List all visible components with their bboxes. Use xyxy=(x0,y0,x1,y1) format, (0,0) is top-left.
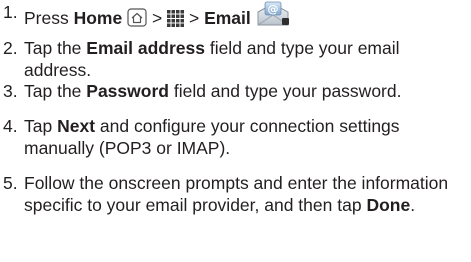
step-number: 4. xyxy=(3,116,18,136)
step-text-part: Tap the xyxy=(24,38,82,58)
done-button-label: Done xyxy=(366,195,411,215)
step-number: 2. xyxy=(3,38,18,58)
step-text: Press Home > > Email @ xyxy=(24,1,469,32)
email-address-field-label: Email address xyxy=(86,38,205,58)
step-4: 4. Tap Next and configure your connectio… xyxy=(0,115,469,159)
step-number: 3. xyxy=(3,81,18,101)
password-field-label: Password xyxy=(86,81,169,101)
next-button-label: Next xyxy=(57,116,96,136)
step-text-part: Tap xyxy=(24,116,53,136)
separator: > xyxy=(188,8,200,28)
svg-text:@: @ xyxy=(267,3,278,16)
step-1: 1. Press Home > > Email @ xyxy=(0,1,469,32)
step-5: 5. Follow the onscreen prompts and enter… xyxy=(0,172,469,216)
email-label: Email xyxy=(204,8,251,28)
step-text-part: field and type your password. xyxy=(173,81,402,101)
press-text: Press xyxy=(24,8,69,28)
separator: > xyxy=(151,8,163,28)
step-text: Tap Next and configure your connection s… xyxy=(24,115,469,159)
step-text-part: . xyxy=(410,195,416,215)
step-text: Follow the onscreen prompts and enter th… xyxy=(24,172,469,216)
step-text-part: field and type your email address. xyxy=(24,38,400,80)
step-text: Tap the Password field and type your pas… xyxy=(24,80,469,102)
step-text-part: Tap the xyxy=(24,81,82,101)
email-app-icon: @ xyxy=(256,1,290,32)
home-key-icon xyxy=(127,8,147,32)
step-number: 1. xyxy=(3,2,18,22)
step-2: 2. Tap the Email address field and type … xyxy=(0,37,469,81)
step-number: 5. xyxy=(3,173,18,193)
step-text: Tap the Email address field and type you… xyxy=(24,37,469,81)
home-key-label: Home xyxy=(73,8,123,28)
apps-grid-icon xyxy=(167,10,185,32)
step-3: 3. Tap the Password field and type your … xyxy=(0,80,469,102)
